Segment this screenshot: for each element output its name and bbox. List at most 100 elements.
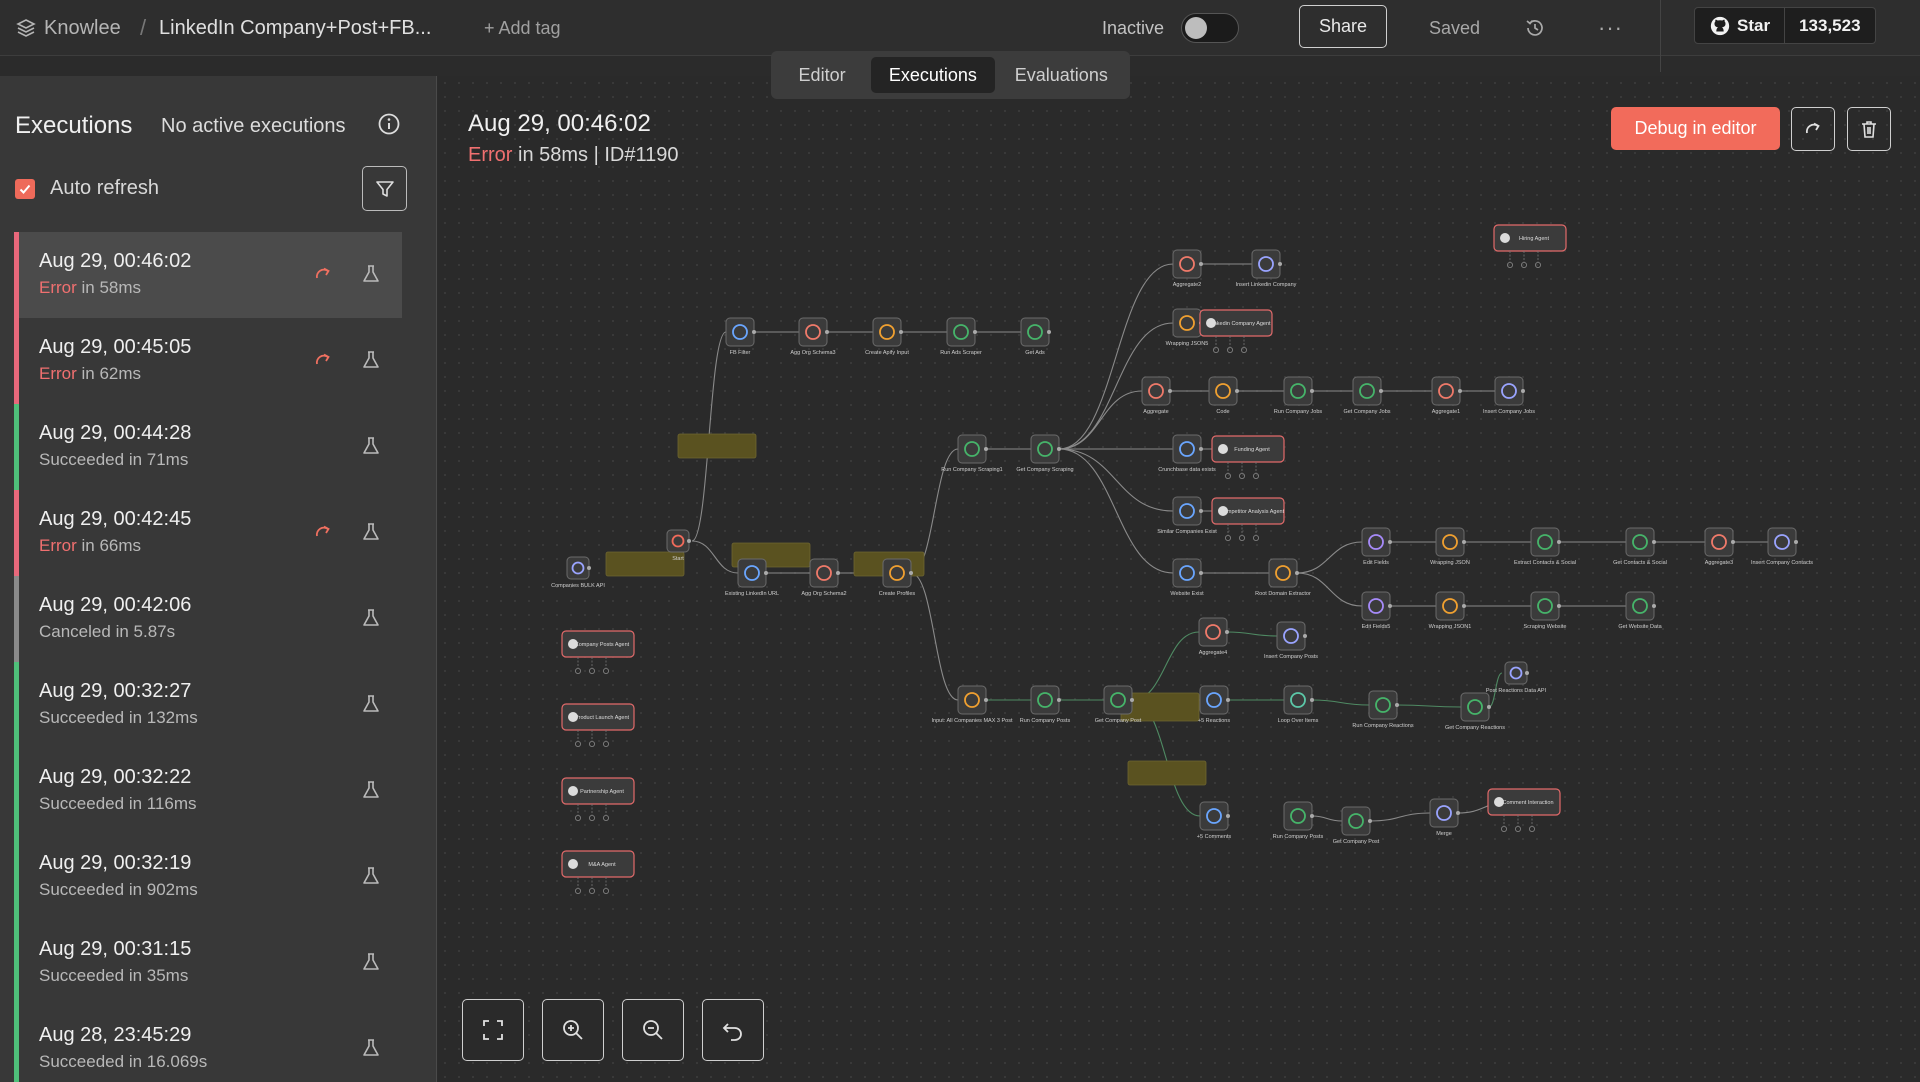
output-handle[interactable]: [1456, 811, 1460, 815]
output-handle[interactable]: [1462, 540, 1466, 544]
zoom-in-button[interactable]: [542, 999, 604, 1061]
workflow-name[interactable]: LinkedIn Company+Post+FB...: [159, 0, 431, 56]
workflow-node[interactable]: Run Company Posts: [1020, 685, 1071, 724]
output-handle[interactable]: [1462, 604, 1466, 608]
github-star-widget[interactable]: Star 133,523: [1694, 7, 1876, 44]
flask-icon[interactable]: [361, 522, 381, 542]
output-handle[interactable]: [1199, 571, 1203, 575]
output-handle[interactable]: [687, 539, 691, 543]
tab-executions[interactable]: Executions: [871, 57, 995, 93]
workflow-node[interactable]: +5 Comments: [1197, 801, 1232, 840]
execution-item[interactable]: Aug 28, 23:45:29 Succeeded in 16.069s: [14, 1006, 402, 1082]
output-handle[interactable]: [1226, 814, 1230, 818]
output-handle[interactable]: [1368, 819, 1372, 823]
output-handle[interactable]: [1199, 321, 1203, 325]
workflow-node[interactable]: Agg Org Schema3: [790, 317, 836, 356]
auto-refresh-checkbox[interactable]: [15, 179, 35, 199]
workflow-node[interactable]: M&A Agent: [561, 850, 635, 895]
output-handle[interactable]: [1130, 698, 1134, 702]
output-handle[interactable]: [1226, 698, 1230, 702]
output-handle[interactable]: [1794, 540, 1798, 544]
output-handle[interactable]: [1199, 509, 1203, 513]
execution-item[interactable]: Aug 29, 00:32:19 Succeeded in 902ms: [14, 834, 402, 920]
output-handle[interactable]: [1388, 604, 1392, 608]
output-handle[interactable]: [1303, 634, 1307, 638]
flask-icon[interactable]: [361, 436, 381, 456]
output-handle[interactable]: [764, 571, 768, 575]
output-handle[interactable]: [1047, 330, 1051, 334]
workflow-node[interactable]: Post Reactions Data API: [1486, 661, 1547, 694]
output-handle[interactable]: [1395, 703, 1399, 707]
flask-icon[interactable]: [361, 694, 381, 714]
output-handle[interactable]: [973, 330, 977, 334]
output-handle[interactable]: [1557, 540, 1561, 544]
workflow-node[interactable]: Wrapping JSON1: [1429, 591, 1472, 630]
workflow-node[interactable]: Aggregate2: [1172, 249, 1203, 288]
workflow-node[interactable]: Get Company Post: [1095, 685, 1142, 724]
github-star-button[interactable]: Star: [1694, 7, 1786, 44]
output-handle[interactable]: [752, 330, 756, 334]
execution-item[interactable]: Aug 29, 00:44:28 Succeeded in 71ms: [14, 404, 402, 490]
workflow-node[interactable]: Get Company Scraping: [1016, 434, 1074, 473]
output-handle[interactable]: [1235, 389, 1239, 393]
workflow-node[interactable]: Insert Company Posts: [1264, 621, 1318, 660]
output-handle[interactable]: [984, 698, 988, 702]
workflow-node[interactable]: Edit Fields: [1361, 527, 1392, 566]
workflow-node[interactable]: Run Company Reactions: [1352, 690, 1414, 729]
workflow-node[interactable]: Insert Company Contacts: [1751, 527, 1813, 566]
output-handle[interactable]: [1652, 604, 1656, 608]
output-handle[interactable]: [1731, 540, 1735, 544]
output-handle[interactable]: [1388, 540, 1392, 544]
reset-zoom-button[interactable]: [702, 999, 764, 1061]
flask-icon[interactable]: [361, 952, 381, 972]
execution-item[interactable]: Aug 29, 00:42:06 Canceled in 5.87s: [14, 576, 402, 662]
workflow-node[interactable]: Comment Interaction: [1487, 788, 1561, 833]
active-toggle[interactable]: [1181, 13, 1239, 43]
fit-view-button[interactable]: [462, 999, 524, 1061]
workflow-node[interactable]: Get Contacts & Social: [1613, 527, 1667, 566]
workflow-node[interactable]: Linkedin Company Agent: [1199, 309, 1273, 353]
flask-icon[interactable]: [361, 866, 381, 886]
output-handle[interactable]: [1525, 671, 1529, 675]
workflow-node[interactable]: FB Filter: [725, 317, 756, 356]
workflow-node[interactable]: Hiring Agent: [1493, 224, 1567, 268]
flask-icon[interactable]: [361, 1038, 381, 1058]
workflow-node[interactable]: Run Company Jobs: [1274, 376, 1323, 415]
workflow-node[interactable]: Agg Org Schema2: [801, 558, 847, 597]
workflow-node[interactable]: Get Website Data: [1618, 591, 1663, 630]
output-handle[interactable]: [1310, 698, 1314, 702]
workflow-node[interactable]: Companies BULK API: [551, 556, 605, 589]
workflow-node[interactable]: Insert Company Jobs: [1483, 376, 1535, 415]
execution-item[interactable]: Aug 29, 00:32:27 Succeeded in 132ms: [14, 662, 402, 748]
workflow-node[interactable]: Aggregate1: [1431, 376, 1462, 415]
workflow-node[interactable]: Run Company Scraping1: [941, 434, 1003, 473]
debug-in-editor-button[interactable]: Debug in editor: [1611, 107, 1780, 150]
workflow-canvas[interactable]: Aug 29, 00:46:02 Error in 58ms | ID#1190…: [438, 76, 1920, 1082]
workflow-node[interactable]: +5 Reactions: [1198, 685, 1231, 724]
workflow-node[interactable]: Loop Over Items: [1278, 685, 1319, 724]
retry-execution-button[interactable]: [1791, 107, 1835, 151]
flask-icon[interactable]: [361, 780, 381, 800]
history-button[interactable]: [1523, 0, 1547, 56]
workflow-node[interactable]: Aggregate3: [1704, 527, 1735, 566]
workflow-node[interactable]: Aggregate: [1141, 376, 1172, 415]
execution-item[interactable]: Aug 29, 00:31:15 Succeeded in 35ms: [14, 920, 402, 1006]
execution-item[interactable]: Aug 29, 00:42:45 Error in 66ms: [14, 490, 402, 576]
workflow-node[interactable]: Funding Agent: [1211, 435, 1285, 479]
execution-item[interactable]: Aug 29, 00:32:22 Succeeded in 116ms: [14, 748, 402, 834]
retry-icon[interactable]: [313, 350, 333, 370]
workflow-node[interactable]: Extract Contacts & Social: [1514, 527, 1576, 566]
workflow-node[interactable]: Root Domain Extractor: [1255, 558, 1311, 597]
workspace-breadcrumb[interactable]: Knowlee: [16, 0, 121, 56]
workflow-node[interactable]: Website Exist: [1170, 558, 1204, 597]
workflow-node[interactable]: Aggregate4: [1198, 617, 1229, 656]
workflow-node[interactable]: Get Company Post: [1333, 806, 1380, 845]
workflow-node[interactable]: Insert Linkedin Company: [1236, 249, 1297, 288]
flask-icon[interactable]: [361, 350, 381, 370]
workflow-node[interactable]: Create Apify Input: [865, 317, 909, 356]
workflow-node[interactable]: Existing LinkedIn URL: [725, 558, 779, 597]
zoom-out-button[interactable]: [622, 999, 684, 1061]
output-handle[interactable]: [825, 330, 829, 334]
workflow-node[interactable]: Merge: [1429, 798, 1460, 837]
output-handle[interactable]: [1295, 571, 1299, 575]
